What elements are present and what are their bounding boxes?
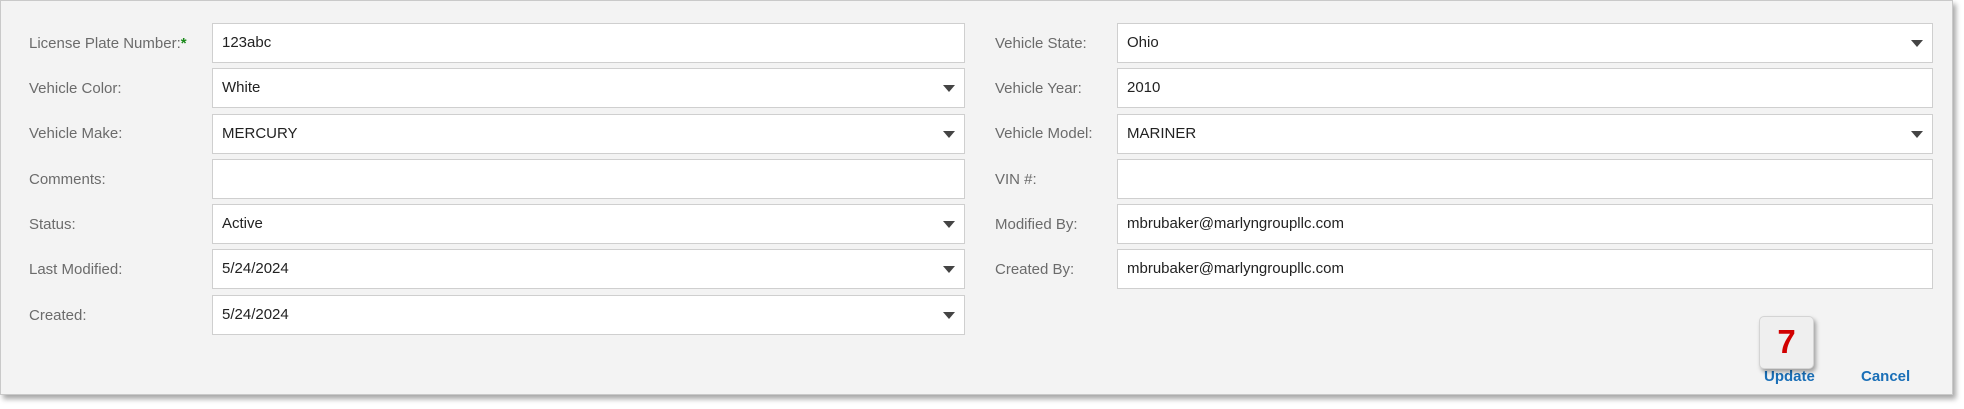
- vehicle-color-select[interactable]: White: [212, 68, 965, 108]
- vehicle-model-select[interactable]: MARINER: [1117, 114, 1933, 154]
- last-modified-label: Last Modified:: [29, 261, 123, 278]
- vehicle-state-select[interactable]: Ohio: [1117, 23, 1933, 63]
- vehicle-color-label: Vehicle Color:: [29, 80, 122, 97]
- chevron-down-icon: [943, 266, 955, 273]
- comments-label: Comments:: [29, 171, 106, 188]
- vin-input[interactable]: [1117, 159, 1933, 199]
- chevron-down-icon: [943, 221, 955, 228]
- vehicle-state-label: Vehicle State:: [995, 35, 1087, 52]
- vehicle-make-select[interactable]: MERCURY: [212, 114, 965, 154]
- modified-by-input[interactable]: mbrubaker@marlyngroupllc.com: [1117, 204, 1933, 244]
- modified-by-label: Modified By:: [995, 216, 1078, 233]
- vehicle-model-label: Vehicle Model:: [995, 125, 1093, 142]
- comments-input[interactable]: [212, 159, 965, 199]
- status-label: Status:: [29, 216, 76, 233]
- last-modified-date-select[interactable]: 5/24/2024: [212, 249, 965, 289]
- created-by-label: Created By:: [995, 261, 1075, 278]
- vehicle-edit-form: License Plate Number:* 123abc Vehicle Co…: [0, 0, 1953, 395]
- vehicle-year-input[interactable]: 2010: [1117, 68, 1933, 108]
- vehicle-year-label: Vehicle Year:: [995, 80, 1082, 97]
- step-number-badge: 7: [1759, 316, 1814, 369]
- chevron-down-icon: [1911, 40, 1923, 47]
- status-select[interactable]: Active: [212, 204, 965, 244]
- created-label: Created:: [29, 307, 87, 324]
- created-by-input[interactable]: mbrubaker@marlyngroupllc.com: [1117, 249, 1933, 289]
- required-indicator: *: [180, 35, 187, 52]
- chevron-down-icon: [1911, 131, 1923, 138]
- chevron-down-icon: [943, 131, 955, 138]
- vin-label: VIN #:: [995, 171, 1037, 188]
- license-plate-label: License Plate Number:*: [29, 35, 187, 52]
- chevron-down-icon: [943, 312, 955, 319]
- created-date-select[interactable]: 5/24/2024: [212, 295, 965, 335]
- chevron-down-icon: [943, 85, 955, 92]
- update-link[interactable]: Update: [1764, 368, 1815, 385]
- vehicle-make-label: Vehicle Make:: [29, 125, 123, 142]
- cancel-link[interactable]: Cancel: [1861, 368, 1910, 385]
- license-plate-input[interactable]: 123abc: [212, 23, 965, 63]
